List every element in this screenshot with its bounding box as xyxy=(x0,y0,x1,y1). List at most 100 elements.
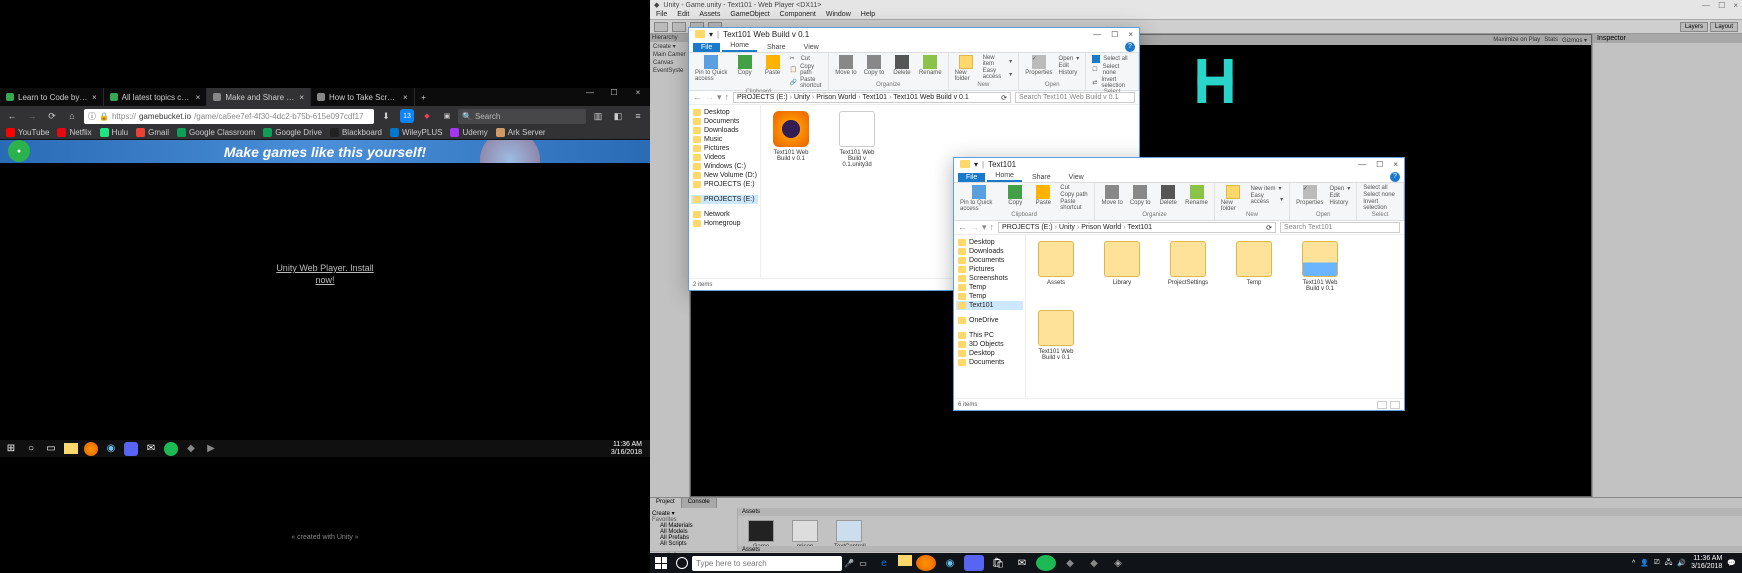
app-icon[interactable]: ◆ xyxy=(1084,555,1104,571)
menu-file[interactable]: File xyxy=(656,11,667,18)
layout-dropdown[interactable]: Layout xyxy=(1710,22,1738,32)
breadcrumb-bar[interactable]: PROJECTS (E:)› Unity› Prison World› Text… xyxy=(998,222,1276,233)
ribbon-tab-share[interactable]: Share xyxy=(759,43,794,52)
pin-quick-access[interactable]: Pin to Quick access xyxy=(695,55,728,82)
favorite-item[interactable]: All Scripts xyxy=(652,541,735,547)
gamebucket-banner[interactable]: Make games like this yourself! xyxy=(0,140,650,163)
move-to-button[interactable]: Move to xyxy=(1101,185,1123,206)
nav-item[interactable]: Pictures xyxy=(691,144,758,153)
recent-button[interactable]: ▾ xyxy=(982,222,987,233)
hierarchy-item[interactable]: Main Camer xyxy=(650,51,689,59)
select-all-button[interactable]: Select all xyxy=(1092,55,1132,63)
ribbon-tab-view[interactable]: View xyxy=(1061,173,1092,182)
easy-access-button[interactable]: Easy access ▾ xyxy=(983,68,1013,80)
containers-icon[interactable]: 13 xyxy=(400,109,414,123)
nav-item[interactable]: Downloads xyxy=(956,247,1023,256)
file-item[interactable]: ProjectSettings xyxy=(1164,241,1212,292)
system-clock[interactable]: 11:36 AM 3/16/2018 xyxy=(1691,555,1722,570)
back-button[interactable]: ← xyxy=(4,108,20,124)
taskview-icon[interactable]: ▭ xyxy=(44,442,58,456)
paste-button[interactable]: Paste xyxy=(1032,185,1054,206)
icons-view-icon[interactable] xyxy=(1390,401,1400,409)
bookmark-item[interactable]: Ark Server xyxy=(496,128,546,137)
explorer-titlebar[interactable]: ▾ | Text101 —☐× xyxy=(954,158,1404,170)
maximize-button[interactable]: ☐ xyxy=(602,88,626,106)
close-button[interactable]: × xyxy=(1128,30,1133,39)
help-icon[interactable]: ? xyxy=(1390,172,1400,182)
nav-item[interactable]: New Volume (D:) xyxy=(691,171,758,180)
nav-item[interactable]: Network xyxy=(691,210,758,219)
browser-tab[interactable]: How to Take Screenshots in W… × xyxy=(311,88,415,106)
nav-item[interactable]: Pictures xyxy=(956,265,1023,274)
rename-button[interactable]: Rename xyxy=(919,55,942,76)
gizmos-dropdown[interactable]: Gizmos ▾ xyxy=(1562,37,1587,44)
menu-gameobject[interactable]: GameObject xyxy=(730,11,769,18)
pin-quick-access[interactable]: Pin to Quick access xyxy=(960,185,998,212)
edit-button[interactable]: Edit xyxy=(1330,193,1351,199)
paste-shortcut-button[interactable]: Paste shortcut xyxy=(1060,199,1088,211)
edge-icon[interactable]: e xyxy=(874,555,894,571)
file-item[interactable]: Text101 Web Build v 0.1 xyxy=(1296,241,1344,292)
history-button[interactable]: History xyxy=(1330,200,1351,206)
bookmark-item[interactable]: Google Classroom xyxy=(177,128,255,137)
steam-icon[interactable]: ◉ xyxy=(940,555,960,571)
library-icon[interactable]: ▥ xyxy=(590,108,606,124)
recent-button[interactable]: ▾ xyxy=(717,92,722,103)
hierarchy-item[interactable]: EventSyste xyxy=(650,67,689,75)
ribbon-tab-file[interactable]: File xyxy=(958,173,985,182)
browser-tab[interactable]: All latest topics csd_s03_buil… × xyxy=(104,88,208,106)
close-button[interactable]: × xyxy=(1393,160,1398,169)
project-tab[interactable]: Project xyxy=(650,498,682,508)
explorer-icon[interactable] xyxy=(898,555,912,566)
edit-button[interactable]: Edit xyxy=(1059,63,1080,69)
ribbon-tab-file[interactable]: File xyxy=(693,43,720,52)
file-item[interactable]: Temp xyxy=(1230,241,1278,292)
file-list[interactable]: AssetsLibraryProjectSettingsTempText101 … xyxy=(1026,235,1404,398)
nav-item[interactable]: Documents xyxy=(956,256,1023,265)
nav-item[interactable]: Desktop xyxy=(956,349,1023,358)
unity-install-link[interactable]: Unity Web Player. Install now! xyxy=(276,263,373,286)
nav-item[interactable]: Screenshots xyxy=(956,274,1023,283)
reload-button[interactable]: ⟳ xyxy=(44,108,60,124)
nav-item[interactable]: PROJECTS (E:) xyxy=(691,195,758,204)
minimize-button[interactable]: — xyxy=(1093,30,1101,39)
paste-shortcut-button[interactable]: 🔗Paste shortcut xyxy=(790,77,822,89)
quick-access-icon[interactable]: ▾ xyxy=(709,30,713,39)
address-bar[interactable]: ⓘ 🔒 https://gamebucket.io/game/ca5ee7ef-… xyxy=(84,109,374,124)
browser-tab[interactable]: Learn to Code by Making G… × xyxy=(0,88,104,106)
ribbon-tab-view[interactable]: View xyxy=(796,43,827,52)
search-box[interactable]: Search Text101 xyxy=(1280,222,1400,233)
hierarchy-create[interactable]: Create ▾ xyxy=(650,42,689,51)
store-icon[interactable]: 🛍 xyxy=(988,555,1008,571)
crumb[interactable]: Unity xyxy=(794,94,810,101)
discord-icon[interactable] xyxy=(124,442,138,456)
site-info-icon[interactable]: ⓘ xyxy=(88,111,96,122)
create-dropdown[interactable]: Create ▾ xyxy=(652,510,735,517)
close-tab-icon[interactable]: × xyxy=(403,93,408,102)
search-box[interactable]: Search Text101 Web Build v 0.1 xyxy=(1015,92,1135,103)
nav-item[interactable]: Windows (C:) xyxy=(691,162,758,171)
up-button[interactable]: ↑ xyxy=(990,222,995,233)
bookmark-item[interactable]: Google Drive xyxy=(263,128,322,137)
open-button[interactable]: Open ▾ xyxy=(1059,55,1080,62)
maximize-on-play[interactable]: Maximize on Play xyxy=(1493,37,1540,43)
forward-button[interactable]: → xyxy=(970,222,979,233)
app-icon[interactable]: ◆ xyxy=(1060,555,1080,571)
browser-tab-active[interactable]: Make and Share games with Gam… × xyxy=(207,88,311,106)
pocket-icon[interactable]: ◆ xyxy=(420,109,434,123)
select-none-button[interactable]: Select none xyxy=(1363,192,1397,198)
nav-item[interactable]: OneDrive xyxy=(956,316,1023,325)
properties-button[interactable]: ✓Properties xyxy=(1025,55,1052,76)
start-button[interactable]: ⊞ xyxy=(4,442,18,456)
bookmark-item[interactable]: Gmail xyxy=(136,128,169,137)
bookmark-item[interactable]: Netflix xyxy=(57,128,91,137)
console-tab[interactable]: Console xyxy=(682,498,717,508)
bookmark-item[interactable]: Blackboard xyxy=(330,128,382,137)
copy-button[interactable]: Copy xyxy=(1004,185,1026,206)
ribbon-tab-share[interactable]: Share xyxy=(1024,173,1059,182)
unity-icon[interactable]: ◈ xyxy=(1108,555,1128,571)
taskview-icon[interactable]: ▭ xyxy=(856,559,870,568)
minimize-button[interactable]: — xyxy=(578,88,602,106)
file-item[interactable]: Library xyxy=(1098,241,1146,292)
close-button[interactable]: × xyxy=(626,88,650,106)
